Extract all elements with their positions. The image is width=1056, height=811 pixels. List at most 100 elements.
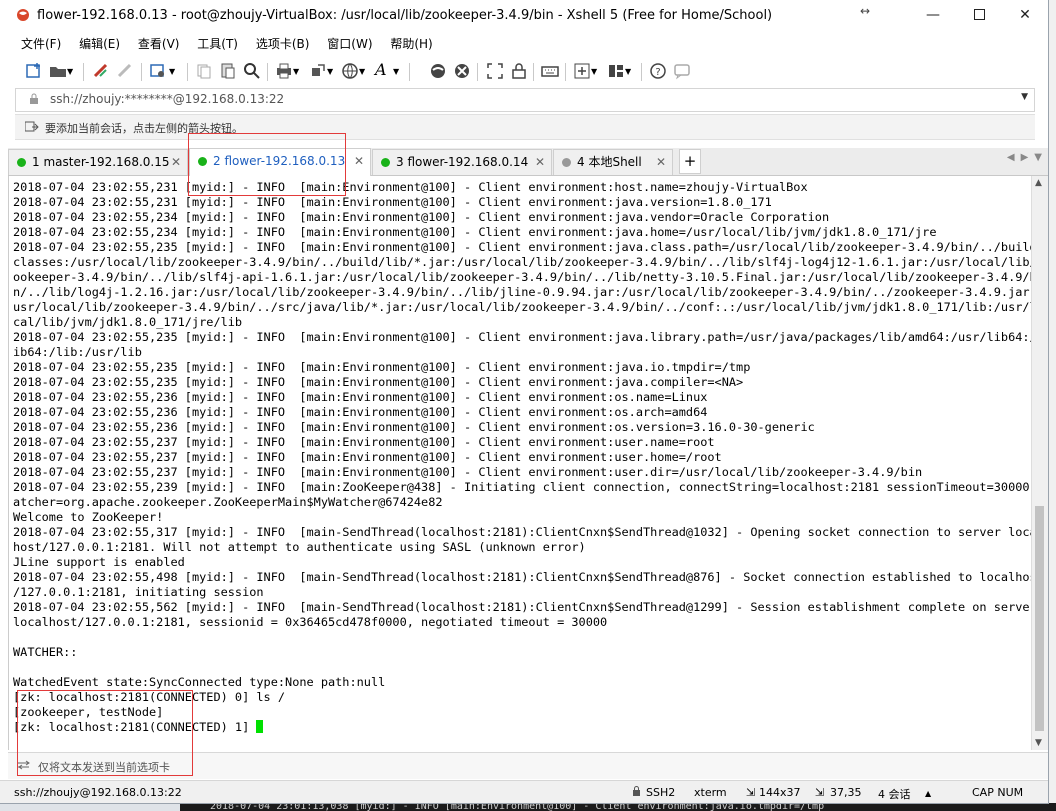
maximize-button[interactable] [956,0,1002,31]
terminal-line: 2018-07-04 23:02:55,231 [myid:] - INFO [… [13,195,772,209]
sessions-up-icon[interactable]: ▲ [925,789,931,798]
status-size: 144x37 [759,786,801,799]
menu-window[interactable]: 窗口(W) [321,33,378,55]
scroll-down-icon[interactable]: ▼ [1035,738,1042,748]
lock-icon [30,93,38,104]
session-hint-bar: 要添加当前会话，点击左侧的箭头按钮。 [15,114,1035,140]
toolbar-separator [141,63,142,81]
terminal-line: 2018-07-04 23:02:55,235 [myid:] - INFO [… [13,375,744,389]
terminal-line: WatchedEvent state:SyncConnected type:No… [13,675,386,689]
xftp-icon[interactable] [429,62,447,80]
font-icon[interactable]: A [375,60,393,79]
terminal-line: WATCHER:: [13,645,78,659]
new-tab-button[interactable]: + [679,149,701,174]
terminal-scrollbar[interactable]: ▲ ▼ [1031,176,1048,750]
resize-arrows-icon[interactable]: ↔ [860,4,870,18]
tab-local-shell[interactable]: 4 本地Shell ✕ [553,149,673,175]
address-input[interactable]: ssh://zhoujy:********@192.168.0.13:22 [50,92,284,106]
transfer-icon[interactable] [309,62,327,80]
toolbar-separator [409,63,410,81]
close-icon[interactable]: ✕ [354,149,364,173]
toolbar-separator [187,63,188,81]
close-button[interactable]: ✕ [1002,0,1048,31]
layout-icon[interactable] [607,62,625,80]
connected-dot-icon [381,158,390,167]
status-bar: ssh://zhoujy@192.168.0.13:22 SSH2 xterm … [0,780,1048,803]
xshell-logo-icon[interactable] [453,62,471,80]
menu-bar: 文件(F) 编辑(E) 查看(V) 工具(T) 选项卡(B) 窗口(W) 帮助(… [15,33,441,55]
terminal-line: 2018-07-04 23:02:55,236 [myid:] - INFO [… [13,420,815,434]
open-folder-icon[interactable] [49,62,67,80]
menu-edit[interactable]: 编辑(E) [73,33,126,55]
reconnect-icon[interactable] [92,62,110,80]
terminal-line: atcher=org.apache.zookeeper.ZooKeeperMai… [13,495,443,509]
terminal-line: cal/lib/jvm/jdk1.8.0_171/jre/lib [13,315,243,329]
tab-scroll-icon[interactable]: ◀▶▼ [1007,152,1048,163]
terminal-line: ib64:/lib:/usr/lib [13,345,142,359]
xshell-window: flower-192.168.0.13 - root@zhoujy-Virtua… [0,0,1049,804]
properties-icon[interactable] [149,62,167,80]
terminal-line: 2018-07-04 23:02:55,235 [myid:] - INFO [… [13,240,1031,254]
close-icon[interactable]: ✕ [656,150,666,174]
paste-icon[interactable] [219,62,237,80]
find-icon[interactable] [243,62,261,80]
terminal-line: usr/local/lib/zookeeper-3.4.9/bin/../src… [13,300,1031,314]
status-caps: CAP NUM [972,786,1024,799]
close-icon[interactable]: ✕ [171,150,181,174]
menu-tabs[interactable]: 选项卡(B) [250,33,316,55]
help-icon[interactable]: ? [649,62,667,80]
print-icon[interactable] [275,62,293,80]
terminal-line: ookeeper-3.4.9/bin/../lib/slf4j-api-1.6.… [13,270,1031,284]
fullscreen-icon[interactable] [486,62,504,80]
highlight-box [188,133,346,196]
tab-master[interactable]: 1 master-192.168.0.15 ✕ [8,149,188,175]
keyboard-icon[interactable] [541,62,559,80]
menu-tools[interactable]: 工具(T) [191,33,244,55]
menu-view[interactable]: 查看(V) [132,33,186,55]
status-protocol: SSH2 [646,786,676,799]
terminal-line: 2018-07-04 23:02:55,234 [myid:] - INFO [… [13,225,937,239]
scrollbar-thumb[interactable] [1035,506,1044,731]
toolbar-separator [641,63,642,81]
terminal-line: /127.0.0.1:2181, initiating session [13,585,264,599]
terminal-output[interactable]: 2018-07-04 23:02:55,231 [myid:] - INFO [… [8,176,1031,750]
terminal-line: localhost/127.0.0.1:2181, sessionid = 0x… [13,615,608,629]
address-bar[interactable]: ssh://zhoujy:********@192.168.0.13:22 ▼ [15,88,1035,112]
copy-icon[interactable] [195,62,213,80]
disconnect-icon[interactable] [116,62,134,80]
terminal-line: 2018-07-04 23:02:55,498 [myid:] - INFO [… [13,570,1031,584]
terminal-line: 2018-07-04 23:02:55,237 [myid:] - INFO [… [13,435,715,449]
add-session-arrow-icon[interactable] [25,121,39,133]
tab-bar: 1 master-192.168.0.15 ✕ 2 flower-192.168… [8,148,1048,176]
tab-flower-14[interactable]: 3 flower-192.168.0.14 ✕ [372,149,552,175]
terminal-line: JLine support is enabled [13,555,185,569]
terminal-cursor [256,720,264,733]
toolbar-separator [83,63,84,81]
menu-help[interactable]: 帮助(H) [384,33,438,55]
toolbar-separator [267,63,268,81]
terminal-line: 2018-07-04 23:02:55,239 [myid:] - INFO [… [13,480,1031,494]
scroll-up-icon[interactable]: ▲ [1035,178,1042,188]
terminal-line: n/../lib/log4j-1.2.16.jar:/usr/local/lib… [13,285,1031,299]
chevron-down-icon[interactable]: ▼ [1021,92,1028,102]
menu-file[interactable]: 文件(F) [15,33,67,55]
connected-dot-icon [17,158,26,167]
status-sessions: 4 会话 [878,788,911,801]
resize-icon: ⇲ [746,786,756,799]
minimize-button[interactable]: — [910,0,956,31]
idle-dot-icon [562,158,571,167]
add-icon[interactable] [573,62,591,80]
chat-icon[interactable] [673,62,691,80]
toolbar-separator [533,63,534,81]
new-session-icon[interactable] [25,62,43,80]
terminal-line: Welcome to ZooKeeper! [13,510,164,524]
close-icon[interactable]: ✕ [535,150,545,174]
globe-icon[interactable] [341,62,359,80]
maximize-icon [973,9,985,20]
terminal-line: 2018-07-04 23:02:55,235 [myid:] - INFO [… [13,360,751,374]
chevron-down-icon[interactable]: ▼ [169,67,187,85]
highlight-box [17,690,193,776]
terminal-line: host/127.0.0.1:2181. Will not attempt to… [13,540,586,554]
lock-icon[interactable] [510,62,528,80]
